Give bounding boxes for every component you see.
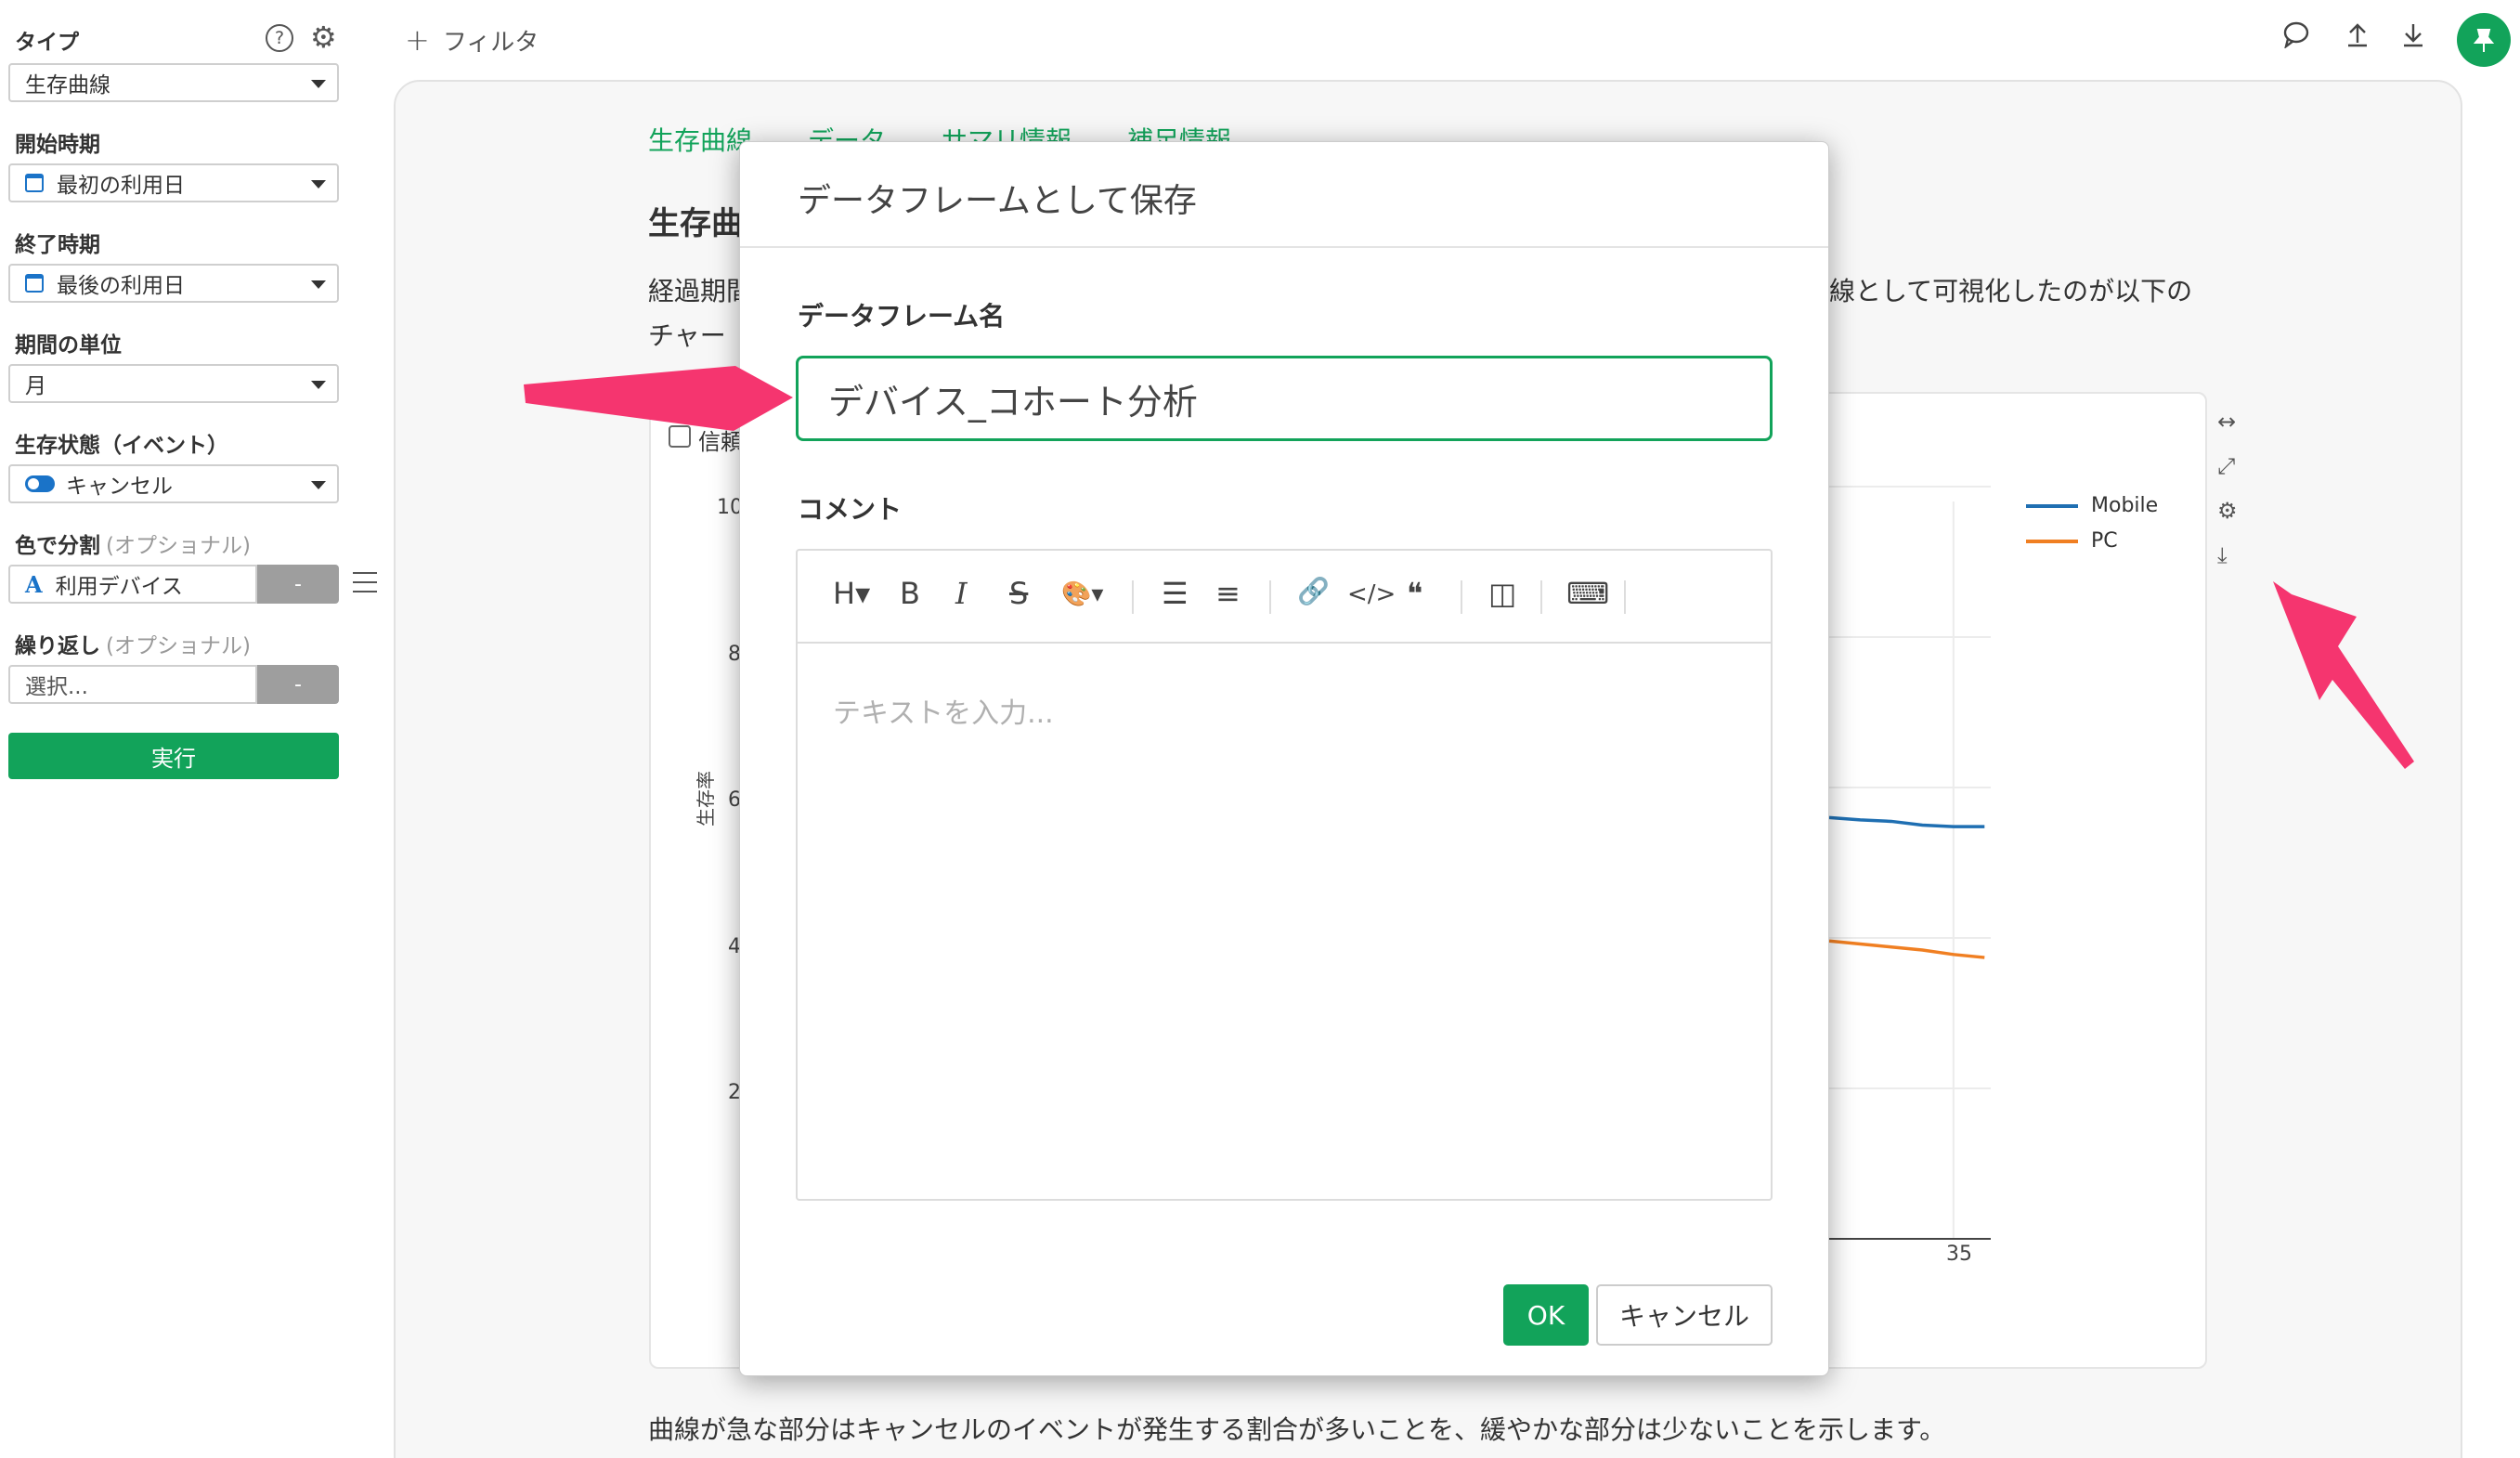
numbered-list-icon[interactable]: ≡ xyxy=(1215,579,1241,608)
dialog-divider xyxy=(740,246,1828,248)
dialog-title: データフレームとして保存 xyxy=(798,182,1197,220)
legend-swatch xyxy=(2026,503,2078,508)
toolbar-separator xyxy=(1132,580,1134,614)
comment-textarea[interactable]: テキストを入力... xyxy=(833,690,1054,731)
comment-label: コメント xyxy=(798,494,903,525)
fullscreen-icon[interactable]: ⤢ xyxy=(2217,453,2235,479)
code-icon[interactable]: </> xyxy=(1347,582,1396,606)
heading-icon[interactable]: H▾ xyxy=(833,579,870,608)
legend-item-pc[interactable]: PC xyxy=(2026,529,2118,553)
chart-download-icon[interactable]: ⤓ xyxy=(2217,542,2228,568)
chart-series xyxy=(1828,815,1985,959)
editor-toolbar: H▾ B I S 🎨▾ ☰ ≡ 🔗 </> ❝ ◫ ⌨ xyxy=(798,551,1771,644)
quote-icon[interactable]: ❝ xyxy=(1407,579,1422,608)
x-tick-label: 35 xyxy=(1946,1243,1972,1266)
ok-button[interactable]: OK xyxy=(1503,1284,1589,1346)
toolbar-separator xyxy=(1269,580,1271,614)
dataframe-name-input[interactable] xyxy=(796,356,1773,441)
bottom-description: 曲線が急な部分はキャンセルのイベントが発生する割合が多いことを、緩やかな部分は少… xyxy=(648,1414,1946,1445)
comment-editor: H▾ B I S 🎨▾ ☰ ≡ 🔗 </> ❝ ◫ ⌨ テキストを入力... xyxy=(796,549,1773,1201)
link-icon[interactable]: 🔗 xyxy=(1297,579,1330,605)
legend-swatch xyxy=(2026,539,2078,543)
bold-icon[interactable]: B xyxy=(900,579,920,608)
keyboard-icon[interactable]: ⌨ xyxy=(1566,579,1609,608)
preview-split-icon[interactable]: ◫ xyxy=(1488,579,1516,608)
legend-item-mobile[interactable]: Mobile xyxy=(2026,494,2158,517)
series-line-mobile xyxy=(1828,815,1985,828)
chart-settings-gear-icon[interactable]: ⚙ xyxy=(2217,498,2238,524)
cancel-button[interactable]: キャンセル xyxy=(1596,1284,1773,1346)
toolbar-separator xyxy=(1624,580,1626,614)
series-line-pc xyxy=(1828,939,1985,959)
expand-horizontal-icon[interactable]: ↔ xyxy=(2217,409,2236,435)
toolbar-separator xyxy=(1540,580,1542,614)
italic-icon[interactable]: I xyxy=(955,579,968,608)
legend-label: PC xyxy=(2091,529,2118,553)
dataframe-name-label: データフレーム名 xyxy=(798,301,1006,332)
legend-label: Mobile xyxy=(2091,494,2159,517)
strikethrough-icon[interactable]: S xyxy=(1009,579,1028,608)
bullet-list-icon[interactable]: ☰ xyxy=(1162,579,1189,608)
toolbar-separator xyxy=(1461,580,1462,614)
chart-gridlines xyxy=(1829,486,1991,1240)
save-dataframe-dialog: データフレームとして保存 データフレーム名 コメント H▾ B I S 🎨▾ ☰… xyxy=(739,141,1829,1376)
color-palette-icon[interactable]: 🎨▾ xyxy=(1061,582,1103,606)
